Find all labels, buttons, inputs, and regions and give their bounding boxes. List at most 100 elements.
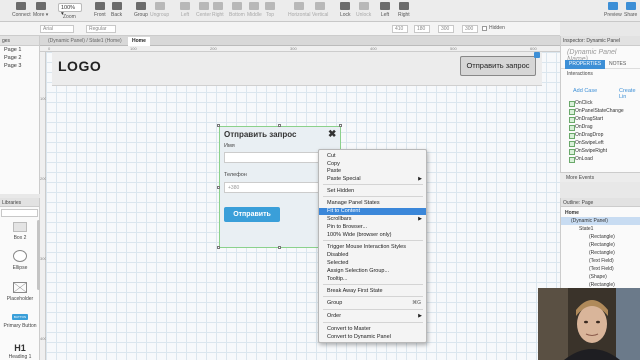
main-toolbar: Connect More ▾ 100% ▾ Zoom Front Back Gr… [0,0,640,22]
outline-row[interactable]: (Rectangle) [561,241,640,249]
design-canvas[interactable]: 0 100 200 300 400 500 600 100 200 300 40… [40,46,560,360]
font-family-select[interactable]: Arial [40,25,74,33]
event-item[interactable]: OnPanelStateChange [569,108,624,116]
tab-home[interactable]: Home [128,37,150,46]
group-button[interactable]: Group [134,2,148,18]
outline-row[interactable]: Home [561,209,640,217]
context-menu-item[interactable]: Selected [319,260,426,267]
library-select[interactable] [1,209,38,217]
distribute-vertical-button[interactable]: Vertical [312,2,328,18]
resize-handle[interactable] [217,246,220,249]
unlock-button[interactable]: Unlock [356,2,371,18]
context-menu-item[interactable]: Set Hidden [319,188,426,195]
align-bottom-label: Bottom [229,12,245,18]
y-field[interactable]: 180 [414,25,430,33]
logo-text[interactable]: LOGO [58,58,101,74]
align-bottom-button[interactable]: Bottom [229,2,245,18]
context-menu-item[interactable]: Assign Selection Group... [319,268,426,275]
context-menu-item[interactable]: Cut [319,153,426,160]
context-menu-item-label: Disabled [327,252,349,258]
lock-button[interactable]: Lock [340,2,351,18]
library-item-box2[interactable]: Box 2 [0,222,40,241]
height-field[interactable]: 300 [462,25,478,33]
event-item[interactable]: OnDragDrop [568,132,603,140]
hidden-checkbox[interactable] [482,26,487,31]
outline-row[interactable]: (Dynamic Panel) [561,217,640,225]
library-item-ellipse[interactable]: Ellipse [0,250,40,271]
context-menu-item[interactable]: Trigger Mouse Interaction Styles [319,244,426,251]
send-request-header-button[interactable]: Отправить запрос [460,56,536,76]
font-weight-select[interactable]: Regular [86,25,116,33]
page-item[interactable]: Page 2 [0,54,39,62]
library-item-heading1[interactable]: H1 Heading 1 [0,343,40,360]
event-item[interactable]: OnSwipeRight [569,148,607,156]
x-field[interactable]: 410 [392,25,408,33]
distribute-horizontal-button[interactable]: Horizontal [288,2,311,18]
context-menu-item[interactable]: 100% Wide (browser only) [319,232,426,239]
widget-name-field[interactable]: (Dynamic Panel Name) [561,46,640,63]
outline-row[interactable]: (Text Field) [561,265,640,273]
more-events-section[interactable]: More Events [560,172,640,182]
page-item[interactable]: Page 1 [0,46,39,54]
context-menu-item[interactable]: Manage Panel States [319,200,426,207]
ungroup-button[interactable]: Ungroup [150,2,169,18]
tab-dynamic-panel-state[interactable]: (Dynamic Panel) / State1 (Home) [44,37,126,46]
share-button[interactable]: Share [624,2,637,18]
context-menu-item[interactable]: Tooltip... [319,276,426,283]
resize-handle[interactable] [339,124,342,127]
outline-row[interactable]: (Rectangle) [561,249,640,257]
context-menu-item[interactable]: Order ▶ [319,313,426,320]
outline-row[interactable]: (Rectangle) [561,233,640,241]
submit-button[interactable]: Отправить [224,207,280,222]
align-right-button[interactable]: Right [212,2,224,18]
back-label: Back [111,12,123,18]
context-menu-item[interactable]: Paste [319,168,426,175]
outline-row[interactable]: State1 [561,225,640,233]
align-center-button[interactable]: Center [196,2,211,18]
event-item[interactable]: OnClick [569,100,593,108]
context-menu-item[interactable]: Paste Special ▶ [319,176,426,183]
align-left-button[interactable]: Left [180,2,190,18]
context-menu-item[interactable]: Convert to Dynamic Panel [319,334,426,341]
resize-handle[interactable] [278,246,281,249]
context-menu-item[interactable]: Group ⌘G [319,300,426,307]
outline-row-label: (Rectangle) [589,234,615,240]
preview-button[interactable]: Preview [604,2,622,18]
page-item[interactable]: Page 3 [0,62,39,70]
connect-button[interactable]: Connect [12,2,31,18]
pane-left-button[interactable]: Left [380,2,390,18]
more-button[interactable]: More ▾ [33,2,48,18]
zoom-select[interactable]: 100% ▾ [58,3,82,17]
resize-handle[interactable] [217,124,220,127]
context-menu-item[interactable]: Break Away First State [319,288,426,295]
context-menu-item[interactable]: Copy [319,161,426,168]
library-item-placeholder[interactable]: Placeholder [0,282,40,302]
event-item[interactable]: OnDrag [569,124,593,132]
outline-row[interactable]: (Shape) [561,273,640,281]
close-icon[interactable]: ✖ [328,129,336,140]
resize-handle[interactable] [217,186,220,189]
create-link-link[interactable]: Create Lin [619,88,640,100]
event-item[interactable]: OnLoad [569,156,593,164]
align-top-button[interactable]: Top [265,2,275,18]
context-menu-item[interactable]: Pin to Browser... [319,224,426,231]
ruler-tick: 200 [210,46,217,51]
add-case-link[interactable]: Add Case [573,88,597,94]
context-menu-item[interactable]: Disabled [319,252,426,259]
align-middle-button[interactable]: Middle [247,2,262,18]
pane-right-button[interactable]: Right [398,2,410,18]
context-menu-item[interactable]: Scrollbars ▶ [319,216,426,223]
width-field[interactable]: 300 [438,25,454,33]
outline-row[interactable]: (Text Field) [561,257,640,265]
back-button[interactable]: Back [111,2,122,18]
context-menu-item[interactable]: Fit to Content [319,208,426,215]
resize-handle[interactable] [278,124,281,127]
tab-notes[interactable]: NOTES [605,60,630,69]
event-item[interactable]: OnDragStart [568,116,603,124]
front-button[interactable]: Front [94,2,106,18]
library-item-primary-button[interactable]: BUTTON Primary Button [0,314,40,329]
tab-properties[interactable]: PROPERTIES [565,60,606,69]
context-menu-item[interactable]: Convert to Master [319,326,426,333]
note-marker-icon[interactable] [534,52,540,58]
event-item[interactable]: OnSwipeLeft [569,140,604,148]
